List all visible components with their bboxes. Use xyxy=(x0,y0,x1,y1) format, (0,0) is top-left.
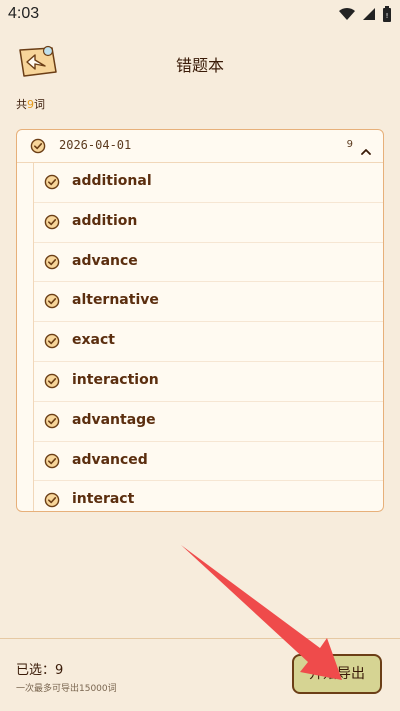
word-text: addition xyxy=(72,212,138,229)
word-list-card: 2026-04-01 9 additional addition advance al… xyxy=(16,129,384,512)
word-text: advantage xyxy=(72,411,156,428)
group-date: 2026-04-01 xyxy=(59,138,132,152)
start-export-button[interactable]: 开始导出 xyxy=(292,654,382,694)
selected-count: 9 xyxy=(55,663,64,678)
word-text: exact xyxy=(72,332,115,349)
word-list: additional addition advance alternative exac… xyxy=(33,163,383,511)
export-limit-note: 一次最多可导出15000词 xyxy=(16,684,117,694)
status-bar: 4:03 ! xyxy=(0,0,400,28)
footer-bar: 已选：9 一次最多可导出15000词 开始导出 xyxy=(0,638,400,711)
word-text: interaction xyxy=(72,371,159,388)
word-row[interactable]: advanced xyxy=(34,442,383,482)
wifi-icon xyxy=(339,7,355,20)
check-circle-icon xyxy=(44,453,60,468)
word-row[interactable]: advantage xyxy=(34,402,383,442)
group-checkbox[interactable] xyxy=(30,138,46,158)
word-checkbox[interactable] xyxy=(44,413,60,433)
count-prefix: 共 xyxy=(16,98,27,111)
word-checkbox[interactable] xyxy=(44,293,60,313)
status-time: 4:03 xyxy=(8,5,40,22)
word-row[interactable]: interaction xyxy=(34,362,383,402)
word-row[interactable]: interact xyxy=(34,481,383,511)
word-text: alternative xyxy=(72,292,159,309)
word-row[interactable]: alternative xyxy=(34,282,383,323)
word-count: 共9词 xyxy=(16,96,45,112)
check-circle-icon xyxy=(44,333,60,349)
word-checkbox[interactable] xyxy=(44,254,60,274)
count-suffix: 词 xyxy=(34,98,45,111)
check-circle-icon xyxy=(30,138,46,154)
word-checkbox[interactable] xyxy=(44,373,60,393)
svg-text:!: ! xyxy=(386,12,389,20)
count-number: 9 xyxy=(27,98,34,111)
check-circle-icon xyxy=(44,493,60,508)
page-title: 错题本 xyxy=(175,56,224,75)
word-row[interactable]: addition xyxy=(34,203,383,243)
word-text: additional xyxy=(72,173,152,189)
word-checkbox[interactable] xyxy=(44,492,60,511)
word-text: interact xyxy=(72,491,135,508)
check-circle-icon xyxy=(44,373,60,389)
battery-icon: ! xyxy=(383,6,391,22)
check-circle-icon xyxy=(44,413,60,429)
status-icons: ! xyxy=(338,6,392,22)
selected-info: 已选：9 xyxy=(16,659,63,678)
selected-label: 已选： xyxy=(16,663,56,678)
word-row[interactable]: additional xyxy=(34,163,383,203)
word-checkbox[interactable] xyxy=(44,453,60,473)
check-circle-icon xyxy=(44,294,60,309)
chevron-up-icon[interactable] xyxy=(361,141,371,160)
word-checkbox[interactable] xyxy=(44,214,60,234)
header: 错题本 xyxy=(0,38,400,86)
check-circle-icon xyxy=(44,174,60,190)
date-group-header[interactable]: 2026-04-01 9 xyxy=(17,130,383,163)
signal-icon xyxy=(363,8,375,20)
word-row[interactable]: exact xyxy=(34,322,383,362)
word-checkbox[interactable] xyxy=(44,174,60,194)
check-circle-icon xyxy=(44,254,60,269)
word-row[interactable]: advance xyxy=(34,243,383,283)
word-text: advance xyxy=(72,252,138,269)
word-checkbox[interactable] xyxy=(44,333,60,353)
check-circle-icon xyxy=(44,214,60,230)
group-count: 9 xyxy=(346,139,353,150)
word-text: advanced xyxy=(72,451,148,468)
